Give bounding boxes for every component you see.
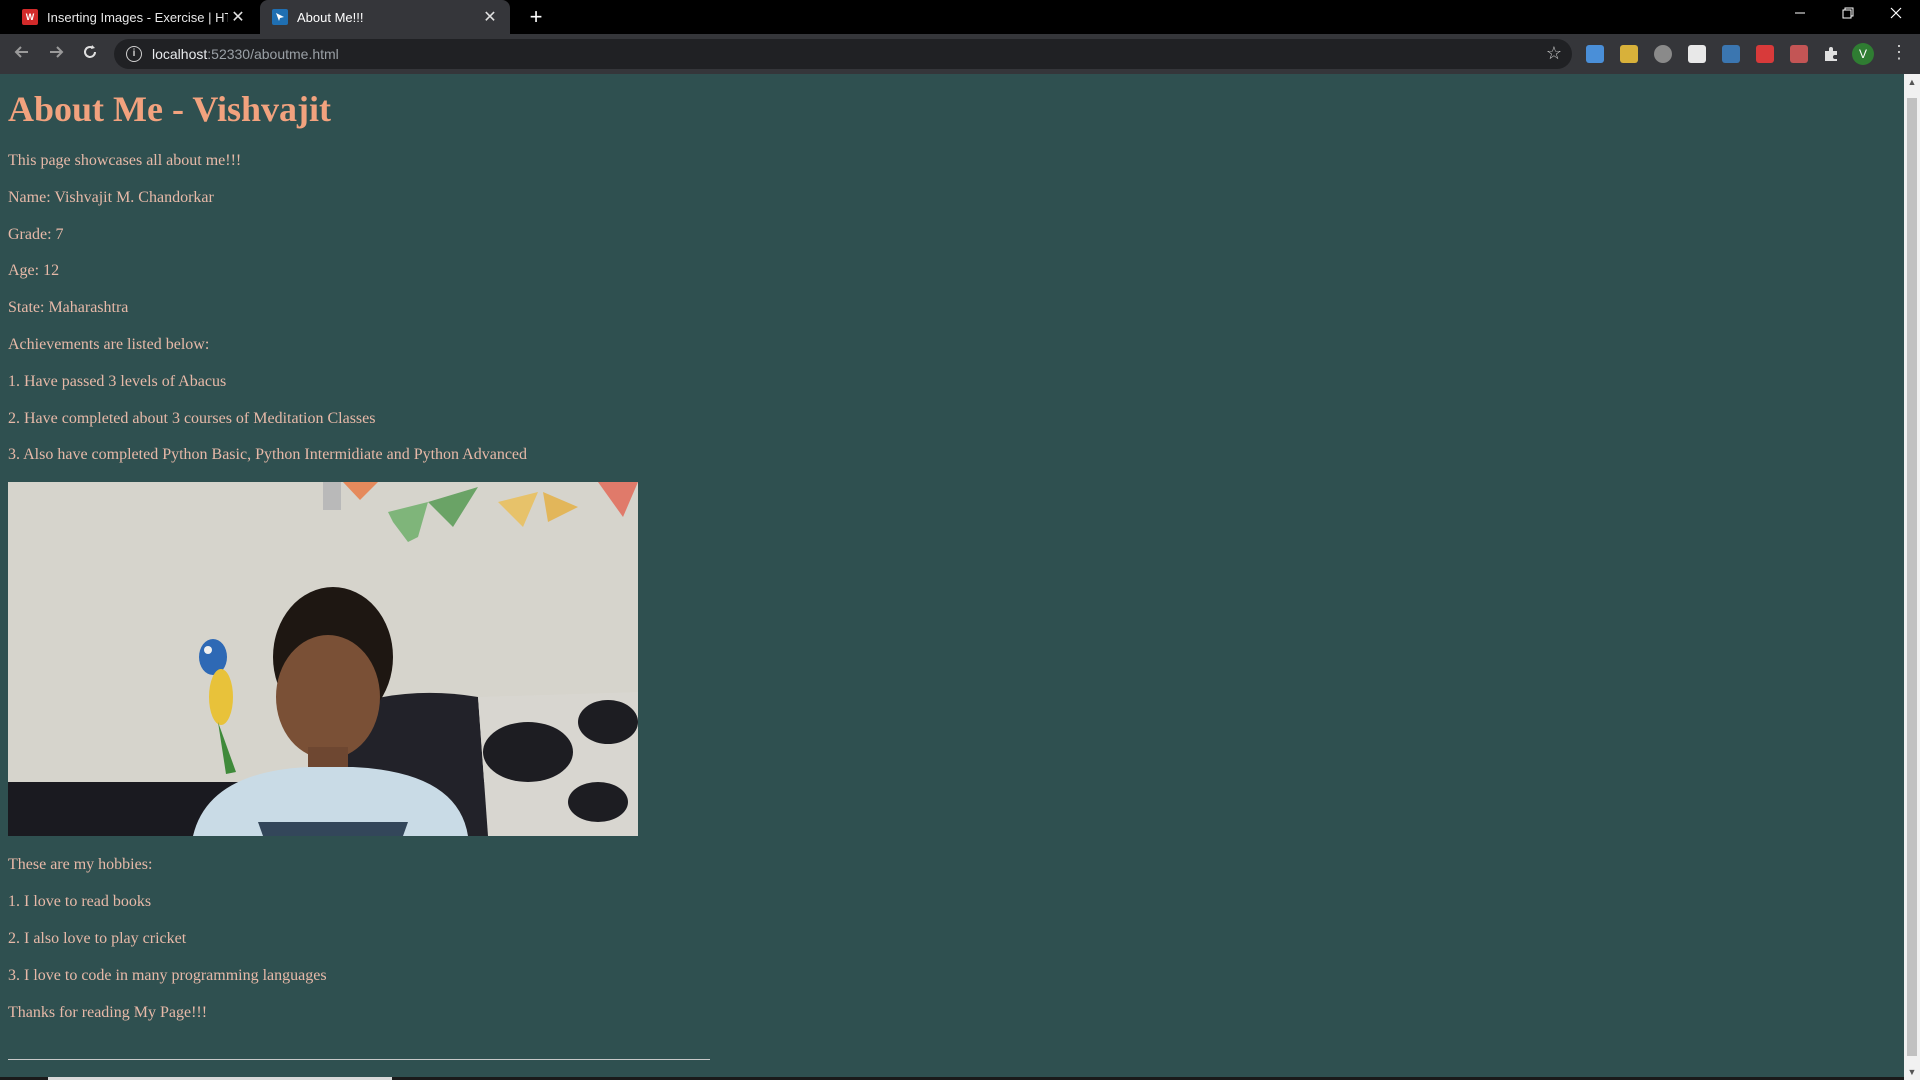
minimize-window-icon[interactable] bbox=[1776, 0, 1824, 30]
tab-title: About Me!!! bbox=[297, 9, 364, 25]
hobbies-intro: These are my hobbies: bbox=[8, 856, 153, 873]
achievements-intro: Achievements are listed below: bbox=[8, 336, 210, 353]
new-tab-button[interactable]: + bbox=[524, 4, 548, 30]
tab-inserting-images[interactable]: W Inserting Images - Exercise | HTML ✕ bbox=[12, 0, 258, 34]
scroll-up-arrow-icon[interactable]: ▲ bbox=[1904, 74, 1920, 90]
intro-text: This page showcases all about me!!! bbox=[8, 152, 242, 169]
profile-avatar[interactable]: V bbox=[1852, 43, 1874, 65]
extension-pen-icon[interactable] bbox=[1620, 45, 1638, 63]
horizontal-rule bbox=[8, 1059, 710, 1060]
achievement-item: 1. Have passed 3 levels of Abacus bbox=[8, 373, 227, 390]
restore-window-icon[interactable] bbox=[1824, 0, 1872, 30]
extension-save-icon[interactable] bbox=[1756, 45, 1774, 63]
close-tab-icon[interactable]: ✕ bbox=[480, 7, 500, 27]
scroll-down-arrow-icon[interactable]: ▼ bbox=[1904, 1064, 1920, 1080]
page-heading: About Me - Vishvajit bbox=[8, 89, 331, 129]
page-content: About Me - Vishvajit This page showcases… bbox=[0, 74, 1904, 1080]
extensions-puzzle-icon[interactable] bbox=[1822, 45, 1840, 63]
forward-arrow-icon[interactable] bbox=[44, 42, 68, 66]
age-text: Age: 12 bbox=[8, 262, 60, 279]
extension-store-icon[interactable] bbox=[1790, 45, 1808, 63]
browser-menu-icon[interactable]: ⋮ bbox=[1890, 42, 1908, 63]
reload-icon[interactable] bbox=[78, 42, 102, 66]
achievement-item: 2. Have completed about 3 courses of Med… bbox=[8, 410, 376, 427]
close-window-icon[interactable] bbox=[1872, 0, 1920, 30]
tab-title: Inserting Images - Exercise | HTML bbox=[47, 9, 228, 25]
achievement-item: 3. Also have completed Python Basic, Pyt… bbox=[8, 446, 528, 463]
scrollbar-thumb[interactable] bbox=[1907, 98, 1917, 1056]
extension-screenshot-icon[interactable] bbox=[1586, 45, 1604, 63]
close-tab-icon[interactable]: ✕ bbox=[228, 7, 248, 27]
bookmark-star-icon[interactable]: ☆ bbox=[1546, 43, 1562, 64]
grade-text: Grade: 7 bbox=[8, 226, 64, 243]
thanks-text: Thanks for reading My Page!!! bbox=[8, 1004, 208, 1021]
site-info-icon[interactable]: i bbox=[126, 46, 142, 62]
address-bar[interactable]: i localhost:52330/aboutme.html ☆ bbox=[114, 39, 1572, 69]
extension-shield-icon[interactable] bbox=[1654, 45, 1672, 63]
hobby-item: 1. I love to read books bbox=[8, 893, 152, 910]
extension-qr-icon[interactable] bbox=[1688, 45, 1706, 63]
tab-about-me[interactable]: About Me!!! ✕ bbox=[260, 0, 510, 34]
url-text: localhost:52330/aboutme.html bbox=[152, 46, 339, 62]
state-text: State: Maharashtra bbox=[8, 299, 129, 316]
vertical-scrollbar[interactable]: ▲ ▼ bbox=[1904, 74, 1920, 1080]
python-icon[interactable] bbox=[1722, 45, 1740, 63]
name-text: Name: Vishvajit M. Chandorkar bbox=[8, 189, 214, 206]
page-favicon-icon bbox=[272, 9, 288, 25]
browser-title-bar: W Inserting Images - Exercise | HTML ✕ A… bbox=[0, 0, 1920, 34]
browser-toolbar: i localhost:52330/aboutme.html ☆ V ⋮ bbox=[0, 34, 1920, 74]
hobby-item: 3. I love to code in many programming la… bbox=[8, 967, 327, 984]
profile-photo bbox=[8, 482, 638, 836]
back-arrow-icon[interactable] bbox=[10, 42, 34, 66]
hobby-item: 2. I also love to play cricket bbox=[8, 930, 187, 947]
ws-favicon-icon: W bbox=[22, 9, 38, 25]
